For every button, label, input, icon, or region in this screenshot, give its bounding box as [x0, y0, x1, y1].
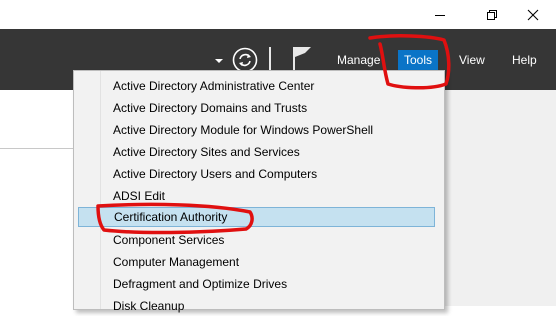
notifications-flag-icon[interactable]	[291, 45, 313, 73]
minimize-button[interactable]	[417, 0, 463, 29]
tools-dropdown-menu: Active Directory Administrative Center A…	[73, 70, 445, 313]
chevron-down-icon[interactable]	[214, 57, 224, 65]
menu-item-ad-users-computers[interactable]: Active Directory Users and Computers	[78, 164, 435, 184]
menu-manage[interactable]: Manage	[331, 50, 386, 70]
menu-view[interactable]: View	[453, 50, 491, 70]
close-button[interactable]	[510, 0, 556, 29]
menu-item-certification-authority[interactable]: Certification Authority	[78, 207, 435, 227]
restore-button[interactable]	[469, 0, 515, 29]
menu-item-ad-powershell-module[interactable]: Active Directory Module for Windows Powe…	[78, 120, 435, 140]
menu-item-component-services[interactable]: Component Services	[78, 230, 435, 250]
menu-item-computer-management[interactable]: Computer Management	[78, 252, 435, 272]
menu-item-disk-cleanup[interactable]: Disk Cleanup	[78, 296, 435, 316]
pane-divider	[0, 148, 74, 149]
menu-item-adsi-edit[interactable]: ADSI Edit	[78, 186, 435, 206]
toolbar-separator	[269, 47, 271, 71]
menu-item-ad-sites-services[interactable]: Active Directory Sites and Services	[78, 142, 435, 162]
menu-tools[interactable]: Tools	[398, 50, 439, 70]
minimize-icon	[435, 14, 445, 16]
menu-item-ad-admin-center[interactable]: Active Directory Administrative Center	[78, 76, 435, 96]
menu-item-defragment-drives[interactable]: Defragment and Optimize Drives	[78, 274, 435, 294]
close-icon	[527, 9, 539, 20]
menu-item-ad-domains-trusts[interactable]: Active Directory Domains and Trusts	[78, 98, 435, 118]
navigation-pane	[0, 90, 74, 306]
menu-help[interactable]: Help	[506, 50, 543, 70]
window-title-bar	[0, 0, 556, 29]
restore-icon	[487, 9, 497, 20]
